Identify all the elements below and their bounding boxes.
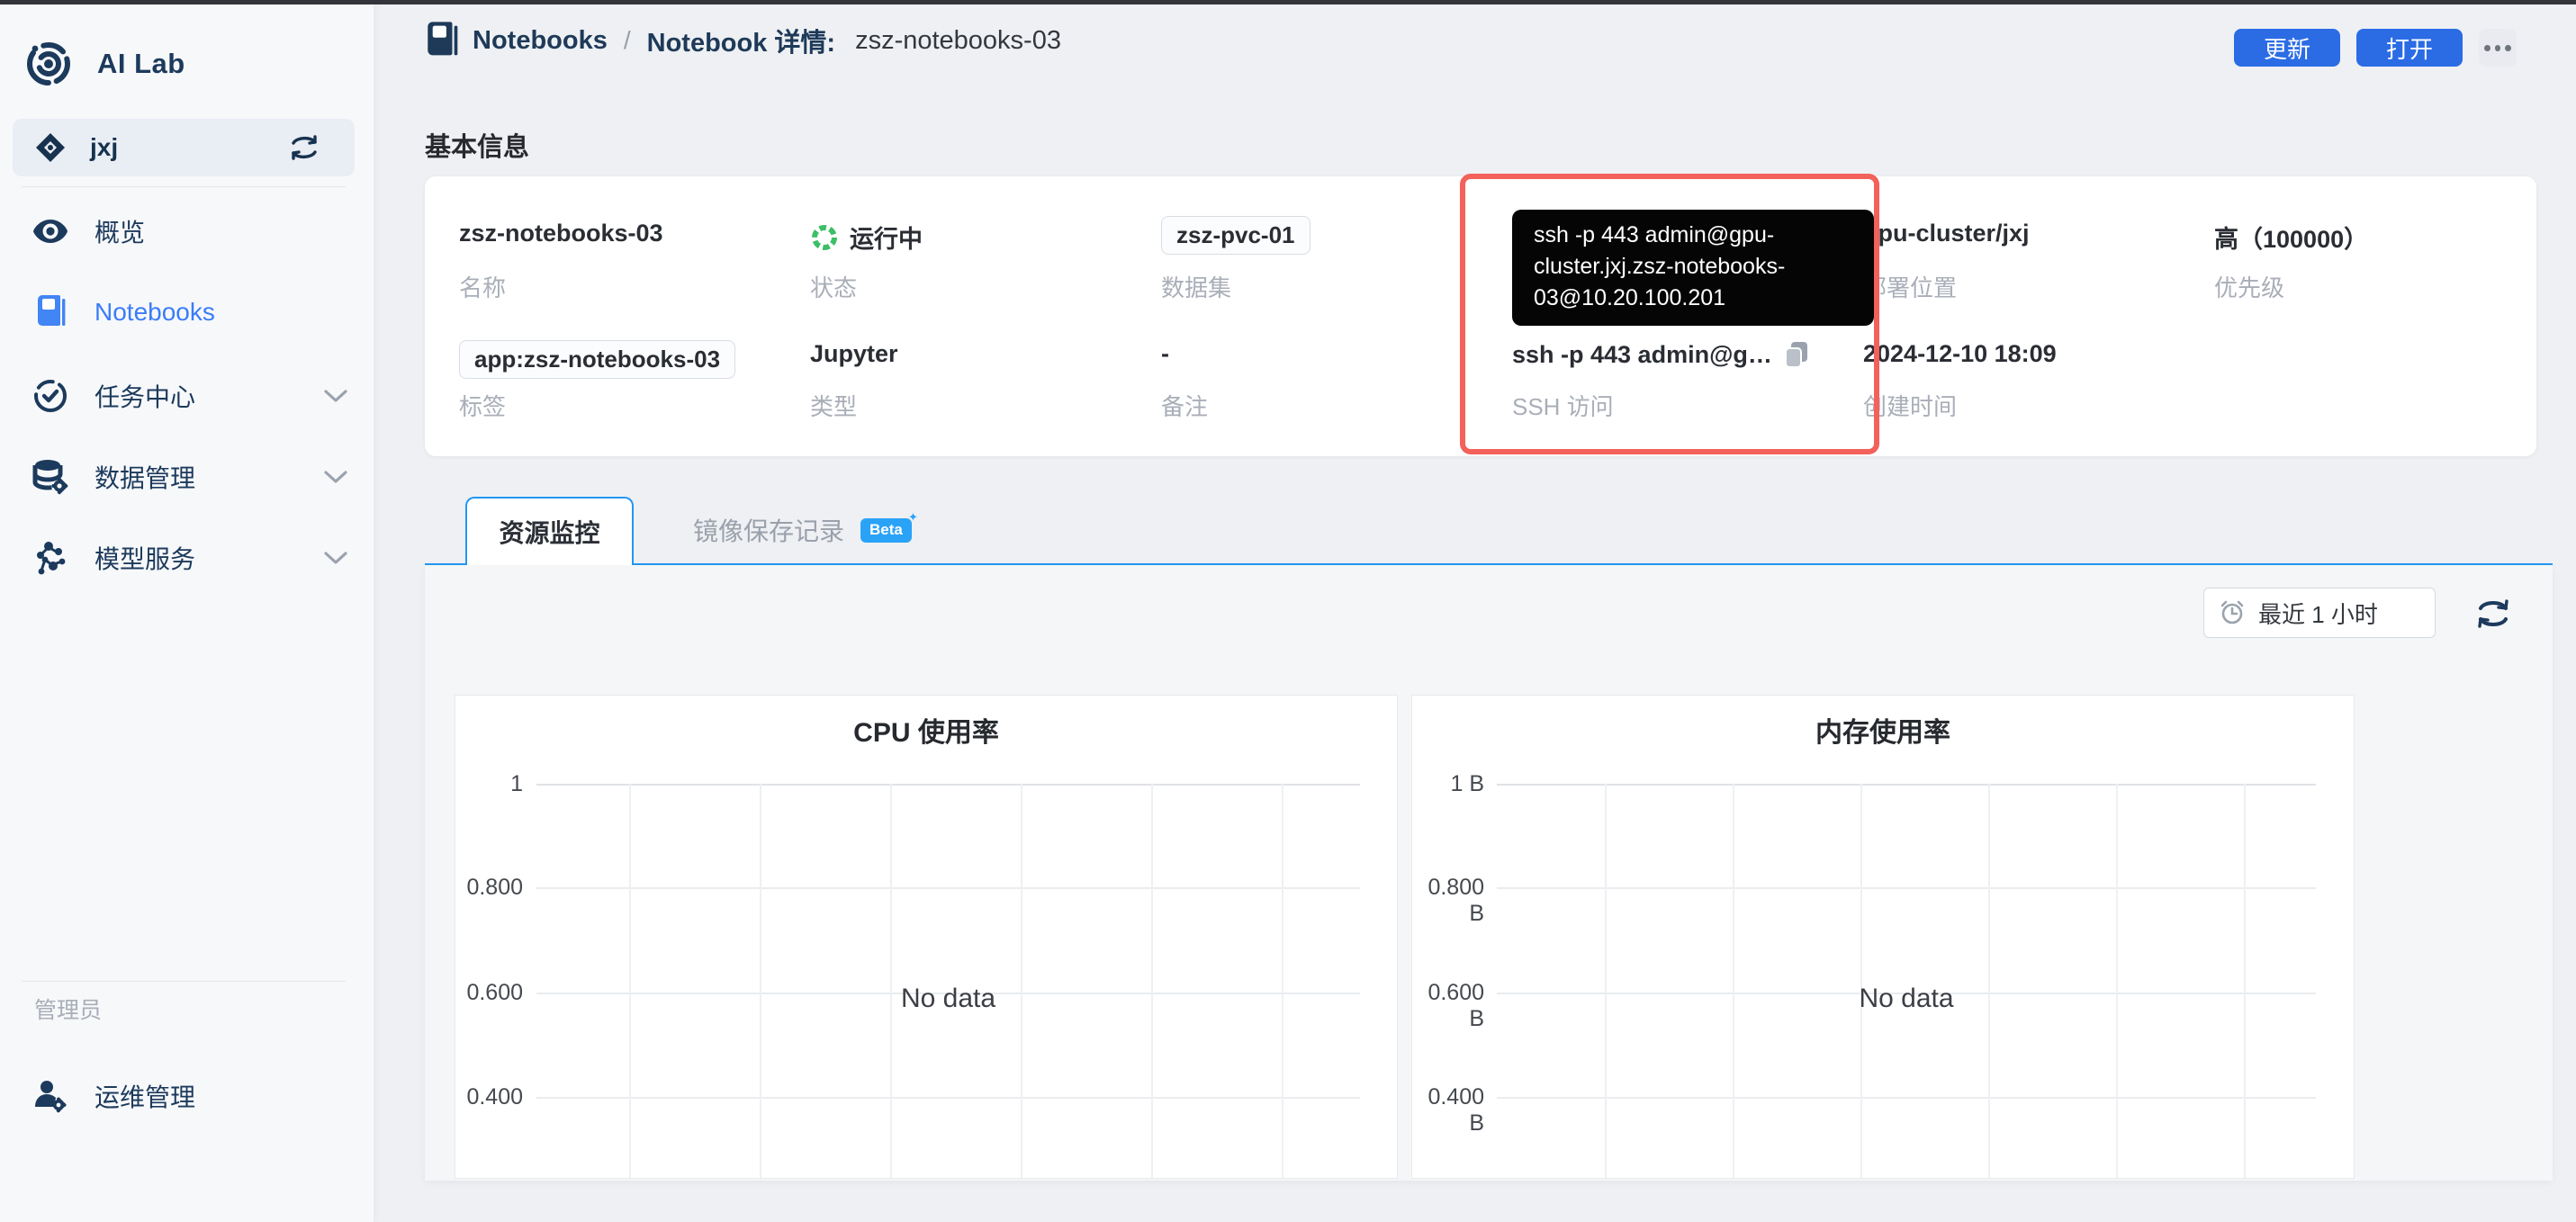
app-logo-row: AI Lab [25, 40, 185, 87]
ssh-tooltip-line: ssh -p 443 admin@gpu- [1534, 222, 1775, 247]
sidebar-item-label: 模型服务 [95, 545, 196, 573]
chevron-down-icon [322, 469, 349, 485]
plot-area: No data [1497, 784, 2316, 1178]
field-tag-label: 标签 [459, 393, 507, 420]
refresh-icon[interactable] [2472, 592, 2515, 635]
database-gear-icon [32, 459, 68, 495]
sidebar-item-task-center[interactable]: 任务中心 [0, 369, 374, 423]
sidebar-item-label: Notebooks [95, 298, 215, 326]
chevron-down-icon [322, 388, 349, 404]
basic-info-card: zsz-notebooks-03 名称 app:zsz-notebooks-03… [425, 176, 2536, 456]
check-circle-icon [32, 378, 68, 414]
beta-badge: Beta [860, 510, 918, 543]
breadcrumb-root[interactable]: Notebooks [473, 26, 608, 56]
more-actions-button[interactable] [2479, 29, 2517, 67]
field-dataset-label: 数据集 [1161, 274, 1232, 301]
sidebar-divider [22, 981, 346, 982]
field-type-value: Jupyter [810, 340, 898, 367]
field-ssh-label: SSH 访问 [1512, 393, 1614, 420]
sidebar-section-label: 管理员 [34, 998, 103, 1023]
clock-icon [2219, 599, 2246, 626]
open-button[interactable]: 打开 [2356, 29, 2463, 67]
y-tick: 1 [510, 771, 523, 796]
field-created-label: 创建时间 [1863, 393, 1958, 420]
sidebar-item-label: 数据管理 [95, 464, 196, 492]
sidebar-item-label: 概览 [95, 219, 146, 247]
field-name-label: 名称 [459, 274, 507, 301]
tab-label: 镜像保存记录 [693, 517, 845, 545]
app-logo-icon [25, 40, 72, 87]
sidebar-item-label: 任务中心 [95, 383, 196, 411]
book-icon [425, 22, 458, 59]
y-tick: 0.600 B [1428, 980, 1484, 1031]
sidebar-item-overview[interactable]: 概览 [0, 204, 374, 258]
tab-label: 资源监控 [499, 519, 600, 547]
sidebar-item-data-management[interactable]: 数据管理 [0, 450, 374, 504]
update-button[interactable]: 更新 [2234, 29, 2340, 67]
field-tag-value: app:zsz-notebooks-03 [459, 340, 792, 379]
y-tick: 0.800 [466, 875, 523, 900]
basic-info-title: 基本信息 [425, 133, 530, 162]
field-ssh-value: ssh -p 443 admin@g… [1512, 340, 1845, 369]
field-remark-value: - [1161, 340, 1169, 367]
y-tick: 1 B [1450, 771, 1484, 796]
cpu-usage-chart: CPU 使用率 1 0.800 0.600 0.400 No data [455, 695, 1398, 1179]
breadcrumb-separator: / [623, 26, 631, 54]
ssh-tooltip-line: 03@10.20.100.201 [1534, 285, 1726, 310]
time-range-select[interactable]: 最近 1 小时 [2203, 588, 2436, 638]
y-tick: 0.800 B [1428, 875, 1484, 926]
chart-title: 内存使用率 [1815, 718, 1950, 748]
tab-image-save-records[interactable]: 镜像保存记录 Beta [693, 497, 918, 563]
field-status-value: 运行中 [810, 220, 1143, 255]
tabbar-underline [425, 563, 2553, 565]
field-priority-value: 高（100000） [2214, 226, 2369, 253]
y-tick: 0.400 B [1428, 1084, 1484, 1136]
copy-icon[interactable] [1783, 340, 1810, 369]
y-tick: 0.400 [466, 1084, 523, 1110]
no-data-label: No data [1859, 984, 1954, 1013]
field-deploy-value: gpu-cluster/jxj [1863, 220, 2030, 247]
sidebar-item-notebooks[interactable]: Notebooks [0, 285, 374, 339]
workspace-swap-icon[interactable] [290, 135, 319, 160]
y-tick: 0.600 [466, 980, 523, 1005]
status-running-icon [810, 223, 839, 252]
breadcrumb-current: Notebook 详情: [646, 29, 836, 58]
breadcrumb: Notebooks / Notebook 详情: zsz-notebooks-0… [425, 20, 1061, 61]
memory-usage-chart: 内存使用率 1 B 0.800 B 0.600 B 0.400 B No dat… [1411, 695, 2355, 1179]
app-title: AI Lab [97, 48, 185, 79]
field-created-value: 2024-12-10 18:09 [1863, 340, 2057, 367]
field-priority-label: 优先级 [2214, 274, 2285, 301]
breadcrumb-notebook-name: zsz-notebooks-03 [855, 25, 1061, 55]
workspace-icon [34, 131, 67, 164]
field-remark-label: 备注 [1161, 393, 1209, 420]
field-deploy-label: 部署位置 [1863, 274, 1958, 301]
user-gear-icon [32, 1078, 68, 1114]
eye-icon [32, 213, 68, 249]
chevron-down-icon [322, 550, 349, 566]
book-icon [32, 294, 68, 330]
sidebar-divider [22, 186, 346, 187]
ssh-command-tooltip: ssh -p 443 admin@gpu- cluster.jxj.zsz-no… [1512, 210, 1874, 326]
workspace-name: jxj [90, 133, 119, 161]
plot-area: No data [536, 784, 1360, 1178]
top-edge-bar [0, 0, 2576, 4]
field-type-label: 类型 [810, 393, 858, 420]
tab-resource-monitor[interactable]: 资源监控 [465, 497, 634, 565]
no-data-label: No data [900, 984, 996, 1013]
sidebar: AI Lab jxj 概览 Notebooks 任务中心 数据管理 模型服务 管… [0, 4, 374, 1222]
time-range-value: 最近 1 小时 [2258, 600, 2378, 628]
sidebar-item-ops-management[interactable]: 运维管理 [0, 1069, 374, 1123]
workspace-switcher[interactable]: jxj [13, 119, 355, 176]
sidebar-item-label: 运维管理 [95, 1083, 196, 1111]
model-nodes-icon [32, 540, 68, 576]
ssh-tooltip-line: cluster.jxj.zsz-notebooks- [1534, 254, 1786, 279]
chart-title: CPU 使用率 [853, 718, 999, 748]
sidebar-item-model-service[interactable]: 模型服务 [0, 531, 374, 585]
header-actions: 更新 打开 [2234, 29, 2517, 67]
field-dataset-value: zsz-pvc-01 [1161, 216, 1494, 255]
field-status-label: 状态 [810, 274, 858, 301]
field-name-value: zsz-notebooks-03 [459, 220, 663, 247]
